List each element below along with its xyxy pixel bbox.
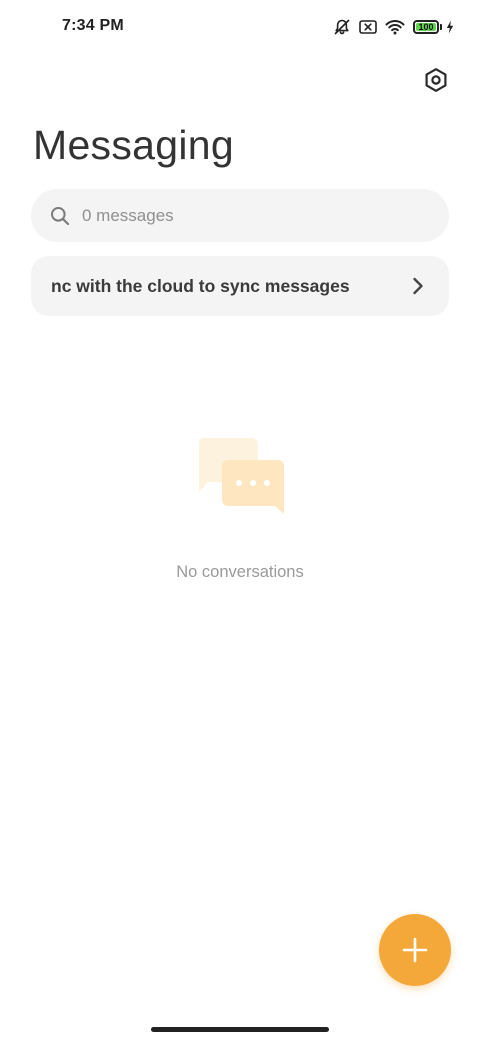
battery-icon: 100 bbox=[413, 20, 442, 34]
home-indicator[interactable] bbox=[151, 1027, 329, 1032]
chat-bubbles-icon bbox=[198, 438, 284, 514]
sync-banner-label: nc with the cloud to sync messages bbox=[51, 276, 350, 296]
status-bar: 7:34 PM 100 bbox=[0, 0, 480, 56]
sync-banner-text: nc with the cloud to sync messages bbox=[31, 276, 387, 297]
charging-icon bbox=[446, 20, 454, 34]
battery-cap bbox=[440, 24, 442, 30]
settings-hexagon-icon bbox=[425, 68, 447, 92]
battery-body: 100 bbox=[413, 20, 439, 34]
settings-button[interactable] bbox=[422, 66, 450, 94]
bell-off-icon bbox=[333, 18, 351, 36]
messaging-screen: 7:34 PM 100 Messaging 0 messages nc with… bbox=[0, 0, 480, 1040]
chevron-right-icon bbox=[413, 277, 423, 295]
plus-icon bbox=[402, 937, 428, 963]
search-input[interactable] bbox=[82, 205, 402, 226]
search-icon bbox=[51, 206, 70, 225]
battery-level: 100 bbox=[418, 22, 434, 32]
page-title: Messaging bbox=[33, 122, 234, 168]
search-bar[interactable] bbox=[31, 189, 449, 242]
sim-off-icon bbox=[359, 20, 377, 34]
status-time: 7:34 PM bbox=[62, 17, 124, 34]
sync-banner[interactable]: nc with the cloud to sync messages bbox=[31, 256, 449, 316]
status-icons: 100 bbox=[325, 16, 454, 38]
wifi-icon bbox=[385, 19, 405, 35]
new-message-button[interactable] bbox=[379, 914, 451, 986]
empty-state-text: No conversations bbox=[176, 563, 304, 581]
